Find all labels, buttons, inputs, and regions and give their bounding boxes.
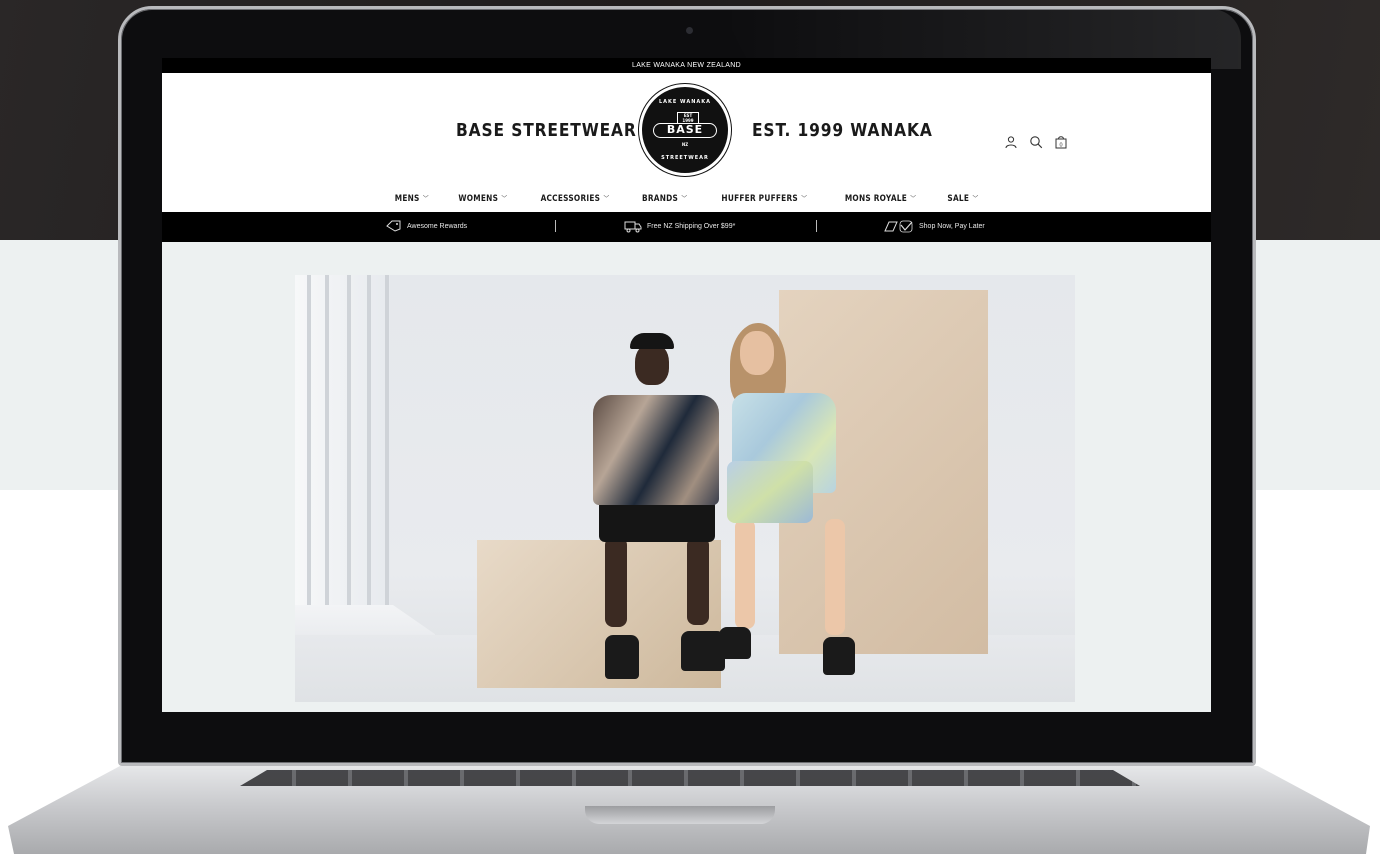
nav-item-mens[interactable]: MENS ﹀ xyxy=(395,194,429,204)
usp-pay-later-text: Shop Now, Pay Later xyxy=(919,223,985,230)
black-shorts xyxy=(599,500,715,542)
model-leg xyxy=(605,537,627,627)
brand-name[interactable]: BASE STREETWEAR xyxy=(456,120,637,141)
window-bar xyxy=(307,275,311,605)
chevron-down-icon: ﹀ xyxy=(910,195,917,203)
chevron-down-icon: ﹀ xyxy=(972,195,979,203)
page-body xyxy=(162,242,1211,712)
announcement-bar: LAKE WANAKA NEW ZEALAND xyxy=(162,58,1211,73)
usp-pay-later[interactable]: Shop Now, Pay Later xyxy=(884,220,985,233)
header-icons: 0 xyxy=(1004,135,1068,149)
announcement-text: LAKE WANAKA NEW ZEALAND xyxy=(632,62,741,69)
model-face xyxy=(740,331,774,375)
model-leg xyxy=(687,537,709,625)
nav-label: SALE xyxy=(947,194,970,204)
logo-top-text: LAKE WANAKA xyxy=(658,99,712,105)
usp-rewards-text: Awesome Rewards xyxy=(407,222,468,230)
model-face xyxy=(635,343,669,385)
tie-dye-shorts xyxy=(727,461,813,523)
usp-shipping[interactable]: Free NZ Shipping Over $99* xyxy=(624,220,735,233)
nav-item-accessories[interactable]: ACCESSORIES ﹀ xyxy=(540,194,609,204)
chevron-down-icon: ﹀ xyxy=(603,195,610,203)
chevron-down-icon: ﹀ xyxy=(801,195,808,203)
brand-tagline: EST. 1999 WANAKA xyxy=(752,120,933,141)
nav-label: HUFFER PUFFERS xyxy=(721,194,799,204)
truck-icon xyxy=(624,221,642,233)
sneaker xyxy=(823,637,855,675)
nav-label: ACCESSORIES xyxy=(540,194,600,204)
tie-dye-tee xyxy=(593,395,719,505)
nav-label: MONS ROYALE xyxy=(844,194,907,204)
logo-bottom-text: STREETWEAR xyxy=(661,155,709,161)
nav-label: BRANDS xyxy=(641,194,678,204)
usp-divider xyxy=(555,220,556,232)
usp-rewards[interactable]: Awesome Rewards xyxy=(386,220,467,232)
nav-item-brands[interactable]: BRANDS ﹀ xyxy=(642,194,687,204)
nav-item-sale[interactable]: SALE ﹀ xyxy=(947,194,978,204)
search-icon[interactable] xyxy=(1029,135,1043,149)
chevron-down-icon: ﹀ xyxy=(681,195,688,203)
keyboard-edge xyxy=(240,770,1140,786)
cart-icon[interactable]: 0 xyxy=(1054,135,1068,149)
window-bar xyxy=(367,275,371,605)
nav-label: WOMENS xyxy=(458,194,499,204)
chevron-down-icon: ﹀ xyxy=(501,195,508,203)
logo-nz-text: NZ xyxy=(681,142,689,147)
usp-shipping-text: Free NZ Shipping Over $99* xyxy=(647,223,736,230)
sneaker xyxy=(719,627,751,659)
main-navigation: MENS ﹀ WOMENS ﹀ ACCESSORIES ﹀ BRANDS ﹀ H… xyxy=(162,194,1211,204)
nav-item-huffer-puffers[interactable]: HUFFER PUFFERS ﹀ xyxy=(722,194,808,204)
model-leg xyxy=(825,519,845,635)
logo-wordmark: BASE xyxy=(653,123,717,138)
nav-label: MENS xyxy=(394,194,420,204)
site-header: BASE STREETWEAR LAKE WANAKA EST 1999 BAS… xyxy=(162,73,1211,204)
window-bar xyxy=(325,275,329,605)
sneaker xyxy=(605,635,639,679)
window-bar xyxy=(385,275,389,605)
model-leg xyxy=(735,519,755,629)
window-frame xyxy=(295,275,390,615)
chevron-down-icon: ﹀ xyxy=(423,195,430,203)
black-cap xyxy=(630,333,674,349)
site-logo[interactable]: LAKE WANAKA EST 1999 BASE NZ STREETWEAR xyxy=(639,84,731,176)
account-icon[interactable] xyxy=(1004,135,1018,149)
tag-icon xyxy=(386,220,401,232)
payment-badge-icon xyxy=(884,220,913,233)
nav-item-mons-royale[interactable]: MONS ROYALE ﹀ xyxy=(845,194,916,204)
usp-bar: Awesome Rewards Free NZ Shipping Over $9… xyxy=(162,212,1211,242)
trackpad-notch xyxy=(585,806,775,824)
hero-image[interactable] xyxy=(295,275,1075,702)
window-bar xyxy=(347,275,351,605)
webcam xyxy=(686,27,693,34)
usp-divider xyxy=(816,220,817,232)
cart-count: 0 xyxy=(1059,143,1062,149)
laptop-screen: LAKE WANAKA NEW ZEALAND BASE STREETWEAR … xyxy=(162,58,1211,712)
nav-item-womens[interactable]: WOMENS ﹀ xyxy=(458,194,507,204)
